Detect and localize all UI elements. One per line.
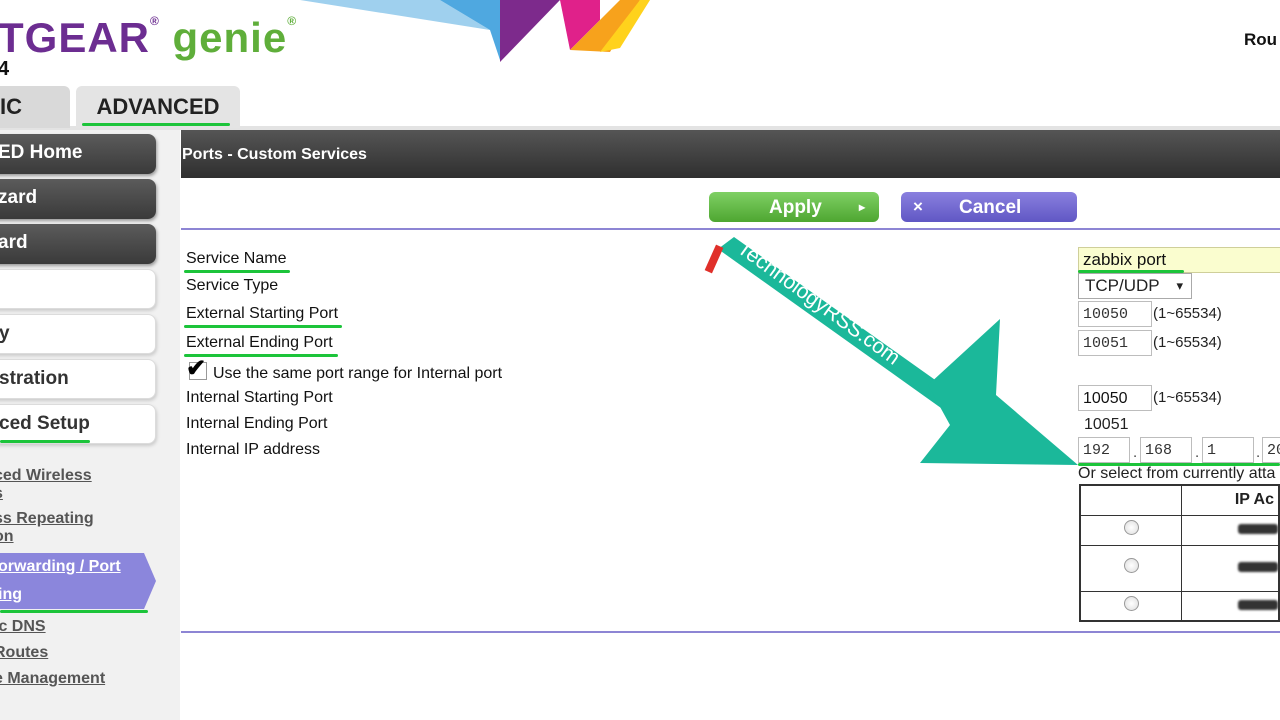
page-title: Ports - Custom Services	[181, 130, 1280, 178]
checkmark-icon: ✔	[186, 355, 207, 382]
sidebar-item-advanced-home[interactable]: ED Home	[0, 134, 156, 174]
apply-button[interactable]: Apply ▸	[709, 192, 879, 222]
table-row	[1079, 514, 1280, 546]
sidebar-link-remote-management[interactable]: e Management	[0, 670, 164, 688]
sidebar-item-wps-wizard[interactable]: ard	[0, 224, 156, 264]
model-number: 4	[0, 58, 10, 80]
port-range-hint: (1~65534)	[1153, 334, 1222, 351]
apply-button-label: Apply	[769, 197, 822, 218]
ip-octet-2-input[interactable]: 168	[1140, 437, 1192, 463]
tab-advanced[interactable]: ADVANCED	[76, 86, 240, 128]
redacted-ip	[1238, 524, 1278, 534]
watermark-text: TechnologyRSS.com	[733, 236, 904, 369]
port-range-hint: (1~65534)	[1153, 389, 1222, 406]
sidebar-item-administration[interactable]: stration	[0, 359, 156, 399]
device-radio[interactable]	[1123, 558, 1139, 573]
sidebar-link-dynamic-dns[interactable]: ic DNS	[0, 618, 164, 636]
netgear-brand-text: TGEAR	[0, 14, 150, 61]
netgear-genie-logo: TGEAR® genie®	[0, 14, 298, 61]
external-start-port-label: External Starting Port	[186, 305, 339, 322]
annotation-underline	[0, 610, 148, 613]
genie-brand-text: genie	[172, 14, 288, 61]
sidebar-link-advanced-wireless[interactable]: ced Wireless s	[0, 467, 164, 503]
device-radio[interactable]	[1123, 595, 1139, 611]
internal-start-port-label: Internal Starting Port	[186, 389, 333, 406]
table-row	[1079, 590, 1280, 622]
header-decoration-graphic	[300, 0, 650, 62]
table-row	[1079, 544, 1280, 592]
app-header: TGEAR® genie® 4 Rou	[0, 0, 1280, 88]
annotation-underline	[184, 354, 338, 357]
watermark-arrow-overlay: TechnologyRSS.com	[704, 236, 1078, 465]
divider	[181, 631, 1280, 633]
table-header-row: IP Ac	[1079, 484, 1280, 516]
ip-octet-3-input[interactable]: 1	[1202, 437, 1254, 463]
cancel-button[interactable]: × Cancel	[901, 192, 1077, 222]
sidebar-link-wireless-repeating[interactable]: ss Repeating on	[0, 510, 164, 546]
internal-end-port-label: Internal Ending Port	[186, 415, 328, 432]
annotation-underline	[184, 325, 342, 328]
sidebar-link-port-forwarding[interactable]: orwarding / Port ing	[0, 553, 156, 609]
top-tabs: IC ADVANCED	[0, 86, 1280, 130]
attached-devices-table: IP Ac	[1079, 484, 1280, 622]
cancel-button-label: Cancel	[959, 197, 1022, 218]
sidebar-item-setup-wizard[interactable]: zard	[0, 179, 156, 219]
device-radio[interactable]	[1123, 520, 1139, 535]
redacted-ip	[1238, 562, 1278, 572]
annotation-underline	[184, 270, 290, 273]
port-range-hint: (1~65534)	[1153, 305, 1222, 322]
play-arrow-icon: ▸	[859, 200, 866, 214]
sidebar-item-setup[interactable]	[0, 269, 156, 309]
router-label: Rou	[1244, 30, 1278, 49]
internal-ip-label: Internal IP address	[186, 441, 321, 458]
same-port-range-label: Use the same port range for Internal por…	[213, 365, 503, 382]
service-type-label: Service Type	[186, 277, 279, 294]
sidebar-link-static-routes[interactable]: Routes	[0, 644, 164, 662]
arrow-head	[920, 319, 1078, 465]
chevron-down-icon: ▾	[1176, 278, 1183, 293]
watermark-red-tab	[704, 244, 724, 274]
ip-address-column-header: IP Ac	[1181, 484, 1280, 516]
tab-basic[interactable]: IC	[0, 86, 70, 128]
close-icon: ×	[913, 197, 923, 216]
divider	[181, 228, 1280, 230]
attached-devices-caption: Or select from currently atta	[1078, 465, 1276, 482]
external-end-port-label: External Ending Port	[186, 334, 333, 351]
sidebar-item-security[interactable]: y	[0, 314, 156, 354]
ip-octet-4-input[interactable]: 20	[1262, 437, 1280, 463]
service-name-label: Service Name	[186, 250, 287, 267]
sidebar-item-advanced-setup[interactable]: ced Setup	[0, 404, 156, 444]
redacted-ip	[1238, 599, 1278, 610]
annotation-underline	[0, 440, 90, 443]
